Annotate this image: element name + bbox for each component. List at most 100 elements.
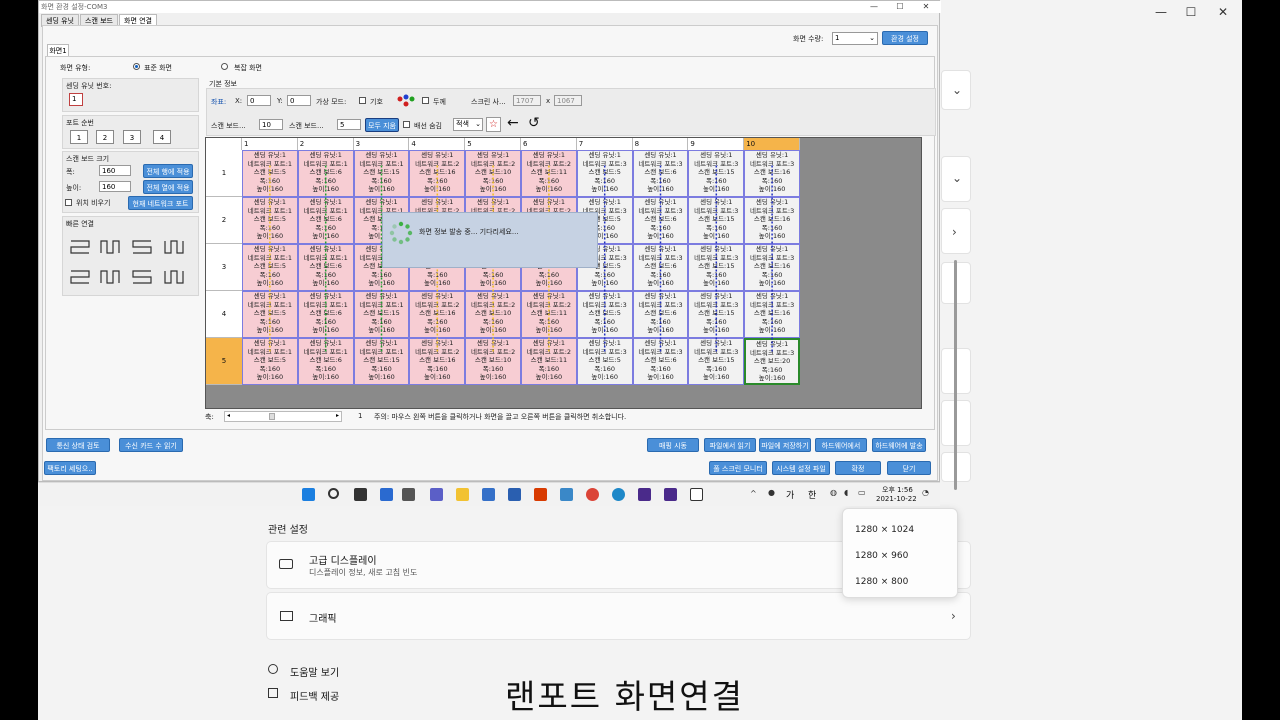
scroll-right-icon[interactable]: ▸ xyxy=(336,412,339,419)
read-hardware-button[interactable]: 하드웨어에서 xyxy=(815,438,867,452)
photos-icon[interactable] xyxy=(560,488,573,501)
port-4-button[interactable]: 4 xyxy=(153,130,171,144)
x-input[interactable]: 0 xyxy=(247,95,271,106)
port-1-button[interactable]: 1 xyxy=(70,130,88,144)
network-icon[interactable]: ◍ xyxy=(830,488,837,497)
sending-unit-no-input[interactable]: 1 xyxy=(69,93,83,106)
help-link[interactable]: 도움말 보기 xyxy=(290,664,339,679)
clock-date[interactable]: 2021-10-22 xyxy=(876,495,917,503)
screen-grid[interactable]: 1 2 3 4 5 6 7 8 9 10 1 센딩 유닛:1 네트워크 포트:1 스캔 보드:5 폭:160… xyxy=(205,137,922,409)
chrome-icon[interactable] xyxy=(586,488,599,501)
settings-row-1[interactable]: ⌄ xyxy=(941,70,971,110)
resolution-option[interactable]: 1280 × 800 xyxy=(855,577,908,587)
settings-row-3[interactable]: › xyxy=(941,208,971,254)
x-label: X: xyxy=(235,97,243,105)
app-icon-3[interactable] xyxy=(690,488,703,501)
mic-icon[interactable]: ● xyxy=(768,488,775,497)
edge-icon[interactable] xyxy=(612,488,625,501)
system-file-button[interactable]: 시스템 설정 파일 xyxy=(772,461,830,475)
confirm-button[interactable]: 확정 xyxy=(835,461,881,475)
load-file-button[interactable]: 파일에서 읽기 xyxy=(704,438,756,452)
fullscreen-monitor-button[interactable]: 풀 스크린 모니터 xyxy=(709,461,767,475)
send-hardware-button[interactable]: 하드웨어에 발송 xyxy=(872,438,926,452)
minimize-icon[interactable]: — xyxy=(1146,2,1176,22)
arrow-left-icon[interactable]: ← xyxy=(507,115,519,131)
snap-icon[interactable] xyxy=(402,488,415,501)
scan-board-cols-input[interactable]: 10 xyxy=(259,119,283,130)
resolution-option[interactable]: 1280 × 1024 xyxy=(855,525,914,535)
close-button[interactable]: 닫기 xyxy=(887,461,931,475)
save-file-button[interactable]: 파일에 저장하기 xyxy=(759,438,811,452)
windows-start-icon[interactable] xyxy=(302,488,315,501)
standard-screen-radio[interactable] xyxy=(133,63,140,70)
close-icon[interactable]: ✕ xyxy=(911,1,941,13)
close-icon[interactable]: ✕ xyxy=(1208,2,1238,22)
hide-wiring-label: 배선 숨김 xyxy=(414,122,442,130)
clock-time[interactable]: 오후 1:56 xyxy=(882,485,913,495)
widgets-icon[interactable] xyxy=(380,488,393,501)
port-3-button[interactable]: 3 xyxy=(123,130,141,144)
env-settings-button[interactable]: 환경 설정 xyxy=(882,31,928,45)
chevron-down-icon: ⌄ xyxy=(952,171,963,185)
feedback-link[interactable]: 피드백 제공 xyxy=(290,688,339,703)
app-icon-2[interactable] xyxy=(664,488,677,501)
thickness-checkbox[interactable] xyxy=(422,97,429,104)
chevron-right-icon: › xyxy=(952,225,957,239)
app-icon-1[interactable] xyxy=(638,488,651,501)
coord-label: 좌표: xyxy=(211,98,227,106)
screen: — ☐ ✕ ⌄ ⌄ › 관련 설정 고급 디스플레이 디스플레이 정보, 새로 … xyxy=(0,0,1280,720)
spinner-icon xyxy=(389,221,413,245)
port-2-button[interactable]: 2 xyxy=(96,130,114,144)
teams-icon[interactable] xyxy=(430,488,443,501)
ime-indicator-2[interactable]: 한 xyxy=(808,488,816,501)
y-input[interactable]: 0 xyxy=(287,95,311,106)
factory-reset-button[interactable]: 팩토리 세팅으.. xyxy=(44,461,96,475)
standard-screen-label: 표준 화면 xyxy=(144,64,172,72)
apply-all-rows-button[interactable]: 전체 행에 적용 xyxy=(143,164,193,178)
notification-icon[interactable]: ◔ xyxy=(922,488,929,497)
ime-indicator-1[interactable]: 가 xyxy=(786,488,794,501)
resolution-dropdown[interactable]: 1280 × 1024 1280 × 960 1280 × 800 xyxy=(842,508,958,598)
quick-connect-label: 빠른 연결 xyxy=(66,220,94,228)
height-input[interactable]: 160 xyxy=(99,181,131,192)
resolution-option[interactable]: 1280 × 960 xyxy=(855,551,908,561)
hide-wiring-checkbox[interactable] xyxy=(403,121,410,128)
chevron-up-icon[interactable]: ^ xyxy=(750,489,757,498)
complex-screen-radio[interactable] xyxy=(221,63,228,70)
graphics-row[interactable]: 그래픽 › xyxy=(266,592,971,640)
horizontal-scrollbar[interactable]: ◂ ▸ xyxy=(224,411,342,422)
star-icon[interactable]: ☆ xyxy=(486,117,501,132)
mapping-start-button[interactable]: 매핑 시동 xyxy=(647,438,699,452)
apply-all-cols-button[interactable]: 전체 열에 적용 xyxy=(143,180,193,194)
volume-icon[interactable]: ◖ xyxy=(844,488,848,497)
undo-icon[interactable]: ↺ xyxy=(528,115,540,131)
quick-connect-patterns xyxy=(69,237,195,293)
complex-screen-label: 복잡 화면 xyxy=(234,64,262,72)
screen-count-label: 화면 수량: xyxy=(793,35,824,43)
task-view-icon[interactable] xyxy=(354,488,367,501)
mail-icon[interactable] xyxy=(508,488,521,501)
hide-position-checkbox[interactable] xyxy=(65,199,72,206)
scroll-left-icon[interactable]: ◂ xyxy=(227,412,230,419)
scroll-thumb[interactable] xyxy=(269,413,275,420)
settings-row-2[interactable]: ⌄ xyxy=(941,156,971,202)
scan-board-cols-label: 스캔 보드... xyxy=(211,122,246,130)
rgb-dots-icon[interactable] xyxy=(396,93,416,107)
scrollbar[interactable] xyxy=(954,260,957,490)
symbol-checkbox[interactable] xyxy=(359,97,366,104)
tab-screen1[interactable]: 화면1 xyxy=(47,44,69,56)
current-network-port-button[interactable]: 현재 네트워크 포트 xyxy=(128,196,193,210)
clear-all-button[interactable]: 모두 지움 xyxy=(365,118,399,132)
comm-check-button[interactable]: 통신 상태 검토 xyxy=(46,438,110,452)
color-select[interactable]: 적색 ⌄ xyxy=(453,118,483,131)
screen-count-select[interactable]: 1 ⌄ xyxy=(832,32,878,45)
maximize-icon[interactable]: ☐ xyxy=(1176,2,1206,22)
recv-card-read-button[interactable]: 수신 카드 수 읽기 xyxy=(119,438,183,452)
search-icon[interactable] xyxy=(328,488,339,499)
store-icon[interactable] xyxy=(482,488,495,501)
battery-icon[interactable]: ▭ xyxy=(858,488,866,497)
width-input[interactable]: 160 xyxy=(99,165,131,176)
office-icon[interactable] xyxy=(534,488,547,501)
file-explorer-icon[interactable] xyxy=(456,488,469,501)
scan-board-rows-input[interactable]: 5 xyxy=(337,119,361,130)
